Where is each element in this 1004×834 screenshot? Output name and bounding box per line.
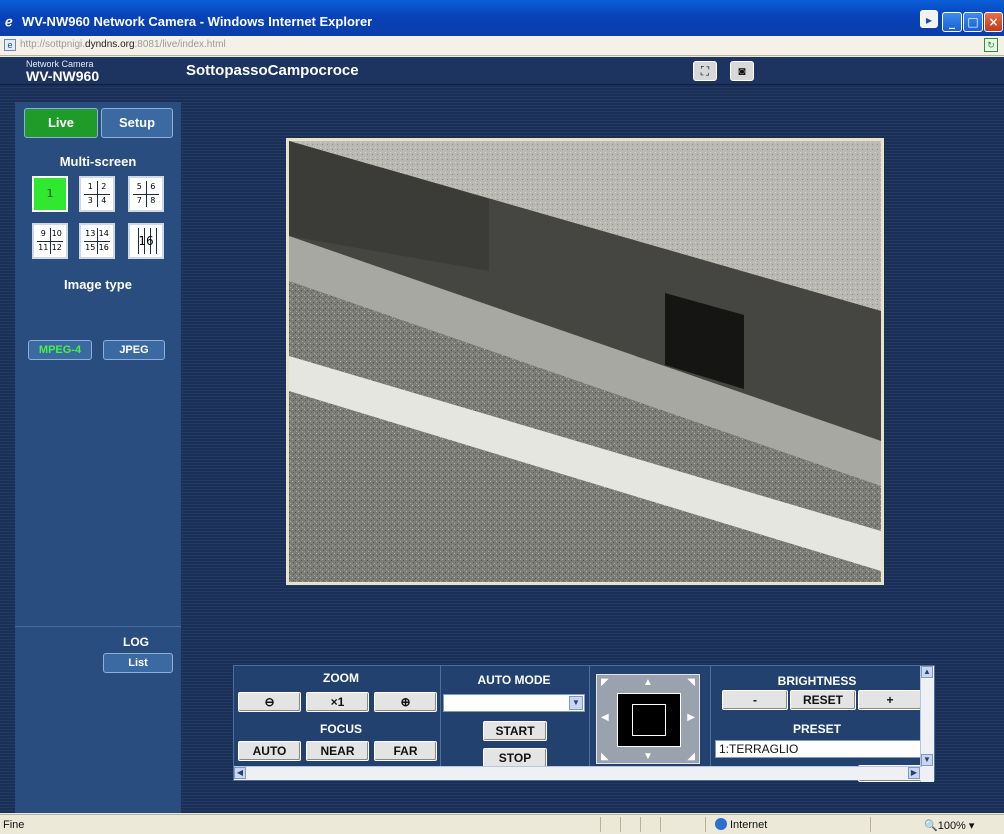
brightness-plus-button[interactable]: + [858, 690, 922, 710]
menu-arrow-icon[interactable]: ▸ [920, 10, 938, 28]
focus-near-button[interactable]: NEAR [306, 741, 369, 761]
horizontal-scrollbar[interactable]: ◀ ▶ [234, 766, 922, 780]
status-bar: Fine Internet 🔍100% ▾ [0, 814, 1004, 834]
camera-image [289, 141, 881, 582]
page-header: Network Camera WV-NW960 SottopassoCampoc… [0, 57, 1004, 85]
ptz-center-frame [632, 704, 666, 736]
preset-select[interactable]: 1:TERRAGLIO [715, 740, 923, 758]
divider [640, 817, 641, 832]
brightness-reset-button[interactable]: RESET [790, 690, 856, 710]
log-list-button[interactable]: List [103, 653, 173, 673]
focus-far-button[interactable]: FAR [374, 741, 437, 761]
refresh-icon[interactable]: ↻ [984, 38, 998, 52]
divider [870, 817, 871, 832]
camera-controls: ZOOM ⊖ ×1 ⊕ FOCUS AUTO NEAR FAR AUTO MOD… [233, 665, 935, 782]
image-type-title: Image type [64, 277, 132, 292]
preset-title: PRESET [792, 722, 841, 736]
zoom-x1-button[interactable]: ×1 [306, 692, 369, 712]
ptz-control-pad[interactable]: ▲ ▼ ◀ ▶ ◤ ◥ ◣ ◢ [596, 674, 700, 764]
multiscreen-1-4-button[interactable]: 12 34 [79, 176, 115, 212]
divider [705, 817, 706, 832]
pan-down-left-icon[interactable]: ◣ [601, 751, 609, 762]
scroll-right-icon[interactable]: ▶ [908, 767, 920, 779]
maximize-button[interactable]: □ [963, 12, 983, 32]
vertical-scrollbar[interactable]: ▲ ▼ [920, 666, 934, 782]
address-bar[interactable]: e http://sottpnigi.dyndns.org:8081/live/… [0, 36, 1004, 56]
zoom-out-icon: ⊖ [264, 695, 275, 709]
title-bar: ℯ WV-NW960 Network Camera - Windows Inte… [0, 0, 1004, 36]
zoom-in-icon: ⊕ [400, 695, 411, 709]
security-zone: Internet [715, 818, 767, 831]
log-title: LOG [123, 635, 149, 649]
image-type-mpeg4-button[interactable]: MPEG-4 [28, 340, 92, 360]
multiscreen-title: Multi-screen [59, 154, 137, 169]
pan-right-icon[interactable]: ▶ [687, 712, 695, 723]
status-text: Fine [3, 819, 25, 831]
page-icon: e [4, 39, 16, 51]
focus-title: FOCUS [320, 722, 362, 736]
divider [600, 817, 601, 832]
zoom-title: ZOOM [323, 671, 359, 685]
log-section: LOG List [15, 626, 181, 813]
camera-page: Network Camera WV-NW960 SottopassoCampoc… [0, 57, 1004, 813]
zoom-level[interactable]: 🔍100% ▾ [924, 819, 974, 832]
minimize-button[interactable]: _ [942, 12, 962, 32]
divider [440, 666, 441, 768]
close-button[interactable]: × [984, 12, 1003, 32]
stop-button[interactable]: STOP [483, 748, 547, 768]
scroll-up-icon[interactable]: ▲ [921, 666, 933, 678]
globe-icon [715, 818, 727, 830]
automode-title: AUTO MODE [477, 673, 551, 687]
live-video[interactable] [286, 138, 884, 585]
zoom-in-button[interactable]: ⊕ [374, 692, 437, 712]
window-title: WV-NW960 Network Camera - Windows Intern… [22, 14, 373, 29]
divider [589, 666, 590, 768]
model-name: WV-NW960 [26, 68, 100, 84]
tab-live[interactable]: Live [24, 108, 98, 138]
pan-left-icon[interactable]: ◀ [601, 712, 609, 723]
chevron-down-icon: ▼ [569, 696, 583, 710]
brightness-minus-button[interactable]: - [722, 690, 788, 710]
start-button[interactable]: START [483, 721, 547, 741]
divider [620, 817, 621, 832]
tab-setup[interactable]: Setup [101, 108, 173, 138]
divider [710, 666, 711, 768]
multiscreen-16-button[interactable]: 16 [128, 223, 164, 259]
magnifier-icon: 🔍 [924, 820, 938, 832]
pan-up-icon[interactable]: ▲ [643, 677, 653, 688]
multiscreen-5-8-button[interactable]: 56 78 [128, 176, 164, 212]
multiscreen-13-16-button[interactable]: 13 14 15 16 [79, 223, 115, 259]
url-text[interactable]: http://sottpnigi.dyndns.org:8081/live/in… [20, 39, 226, 50]
image-type-jpeg-button[interactable]: JPEG [103, 340, 165, 360]
pan-down-right-icon[interactable]: ◢ [687, 751, 695, 762]
multiscreen-1-button[interactable]: 1 [32, 176, 68, 212]
fullscreen-icon[interactable]: ⛶ [693, 61, 717, 81]
pan-up-right-icon[interactable]: ◥ [687, 677, 695, 688]
camera-icon[interactable]: ◙ [730, 61, 754, 81]
ie-logo-icon: ℯ [5, 14, 13, 29]
camera-name: SottopassoCampocroce [186, 62, 359, 79]
pan-down-icon[interactable]: ▼ [643, 751, 653, 762]
brightness-title: BRIGHTNESS [777, 674, 857, 688]
zoom-out-button[interactable]: ⊖ [238, 692, 301, 712]
divider [660, 817, 661, 832]
left-panel: Live Setup Multi-screen 1 12 34 56 78 9 … [15, 102, 181, 813]
browser-window: ℯ WV-NW960 Network Camera - Windows Inte… [0, 0, 1004, 834]
scroll-down-icon[interactable]: ▼ [921, 754, 933, 766]
multiscreen-9-12-button[interactable]: 9 10 11 12 [32, 223, 68, 259]
automode-select[interactable]: ▼ [443, 694, 585, 712]
focus-auto-button[interactable]: AUTO [238, 741, 301, 761]
pan-up-left-icon[interactable]: ◤ [601, 677, 609, 688]
scroll-left-icon[interactable]: ◀ [234, 767, 246, 779]
ptz-center-area[interactable] [617, 693, 681, 747]
